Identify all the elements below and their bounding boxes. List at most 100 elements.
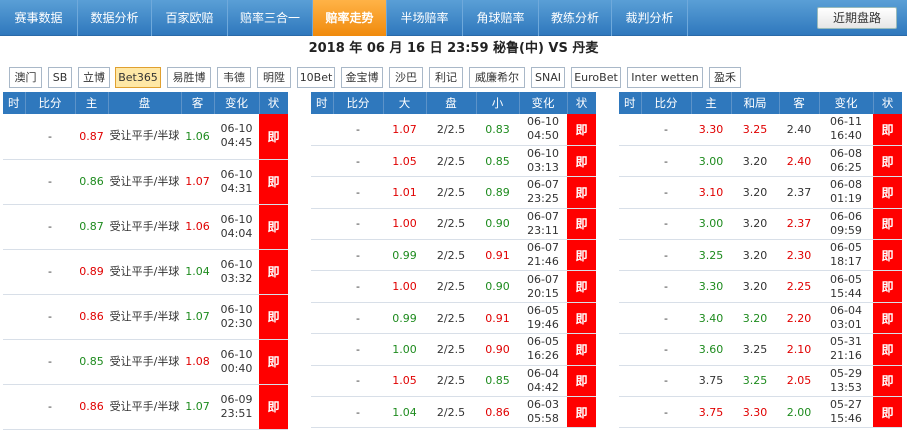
bookmaker-weide[interactable]: 韦德 bbox=[217, 67, 251, 88]
change-time-cell: 06-10 02:30 bbox=[214, 294, 259, 340]
score-cell: - bbox=[641, 176, 691, 209]
totals-row: -0.99 2/2.5 0.91 06-07 21:46 即 bbox=[311, 239, 596, 272]
status-live-button[interactable]: 即 bbox=[873, 396, 902, 429]
score-cell: - bbox=[641, 208, 691, 241]
status-live-button[interactable]: 即 bbox=[873, 333, 902, 366]
time-cell bbox=[311, 270, 333, 303]
bookmaker-sb[interactable]: SB bbox=[48, 67, 72, 88]
asian-handicap-table-wrap: 时 比分 主 盘 客 变化 状 -0.87 受让平手/半球 1.06 06-10 04… bbox=[3, 92, 288, 433]
status-live-button[interactable]: 即 bbox=[567, 396, 596, 429]
time-cell bbox=[619, 270, 641, 303]
score-cell: - bbox=[25, 159, 75, 205]
tab-match-data[interactable]: 赛事数据 bbox=[0, 0, 78, 36]
status-live-button[interactable]: 即 bbox=[567, 333, 596, 366]
score-cell: - bbox=[641, 302, 691, 335]
over-odds-cell: 0.99 bbox=[383, 239, 426, 272]
status-live-button[interactable]: 即 bbox=[873, 114, 902, 146]
col-change: 变化 bbox=[819, 92, 874, 114]
totals-row: -1.00 2/2.5 0.90 06-07 20:15 即 bbox=[311, 270, 596, 303]
bookmaker-jinbaobo[interactable]: 金宝博 bbox=[341, 67, 383, 88]
status-live-button[interactable]: 即 bbox=[259, 249, 288, 295]
bookmaker-yinghe[interactable]: 盈禾 bbox=[709, 67, 741, 88]
score-cell: - bbox=[641, 270, 691, 303]
bookmaker-mingsheng[interactable]: 明陞 bbox=[257, 67, 291, 88]
status-live-button[interactable]: 即 bbox=[873, 365, 902, 398]
euro-row: -3.00 3.20 2.37 06-06 09:59 即 bbox=[619, 208, 902, 241]
change-time-cell: 05-31 21:16 bbox=[819, 333, 873, 366]
euro-row: -3.60 3.25 2.10 05-31 21:16 即 bbox=[619, 333, 902, 366]
recent-record-button[interactable]: 近期盘路 bbox=[817, 7, 897, 29]
score-cell: - bbox=[641, 396, 691, 429]
asian-row: -0.85 受让平手/半球 1.08 06-10 00:40 即 bbox=[3, 339, 288, 385]
col-line: 盘 bbox=[426, 92, 477, 114]
tab-referee-analysis[interactable]: 裁判分析 bbox=[612, 0, 688, 36]
over-odds-cell: 1.07 bbox=[383, 114, 426, 146]
over-odds-cell: 1.00 bbox=[383, 333, 426, 366]
tab-data-analysis[interactable]: 数据分析 bbox=[78, 0, 152, 36]
status-live-button[interactable]: 即 bbox=[259, 159, 288, 205]
bookmaker-macau[interactable]: 澳门 bbox=[9, 67, 42, 88]
bookmaker-easybet[interactable]: 易胜博 bbox=[167, 67, 211, 88]
status-live-button[interactable]: 即 bbox=[873, 302, 902, 335]
bookmaker-bet365[interactable]: Bet365 bbox=[115, 67, 161, 88]
tab-corner-odds[interactable]: 角球赔率 bbox=[463, 0, 539, 36]
status-live-button[interactable]: 即 bbox=[873, 176, 902, 209]
bookmaker-10bet[interactable]: 10Bet bbox=[297, 67, 335, 88]
bookmaker-william-hill[interactable]: 威廉希尔 bbox=[469, 67, 525, 88]
totals-line-cell: 2/2.5 bbox=[426, 365, 476, 398]
time-cell bbox=[619, 396, 641, 429]
handicap-line-cell: 受让平手/半球 bbox=[108, 339, 181, 385]
status-live-button[interactable]: 即 bbox=[567, 145, 596, 178]
totals-line-cell: 2/2.5 bbox=[426, 114, 476, 146]
status-live-button[interactable]: 即 bbox=[259, 114, 288, 160]
change-time-cell: 06-10 00:40 bbox=[214, 339, 259, 385]
under-odds-cell: 0.85 bbox=[476, 145, 519, 178]
change-time-cell: 06-07 23:11 bbox=[519, 208, 567, 241]
home-odds-cell: 0.89 bbox=[75, 249, 108, 295]
status-live-button[interactable]: 即 bbox=[567, 208, 596, 241]
status-live-button[interactable]: 即 bbox=[567, 302, 596, 335]
status-live-button[interactable]: 即 bbox=[567, 114, 596, 146]
tab-halftime-odds[interactable]: 半场赔率 bbox=[387, 0, 463, 36]
euro-odds-table: 时 比分 主 和局 客 变化 状 -3.30 3.25 2.40 06-11 16:4… bbox=[619, 92, 902, 429]
status-live-button[interactable]: 即 bbox=[259, 294, 288, 340]
home-odds-cell: 3.30 bbox=[691, 114, 731, 146]
status-live-button[interactable]: 即 bbox=[567, 270, 596, 303]
tab-odds-3in1[interactable]: 赔率三合一 bbox=[228, 0, 313, 36]
status-live-button[interactable]: 即 bbox=[259, 384, 288, 430]
col-home: 主 bbox=[75, 92, 109, 114]
change-time-cell: 06-10 04:31 bbox=[214, 159, 259, 205]
euro-row: -3.75 3.30 2.00 05-27 15:46 即 bbox=[619, 396, 902, 429]
score-cell: - bbox=[25, 384, 75, 430]
time-cell bbox=[311, 145, 333, 178]
status-live-button[interactable]: 即 bbox=[873, 270, 902, 303]
bookmaker-eurobet[interactable]: EuroBet bbox=[571, 67, 621, 88]
home-odds-cell: 3.40 bbox=[691, 302, 731, 335]
status-live-button[interactable]: 即 bbox=[259, 339, 288, 385]
euro-row: -3.25 3.20 2.30 06-05 18:17 即 bbox=[619, 239, 902, 272]
totals-line-cell: 2/2.5 bbox=[426, 176, 476, 209]
bookmaker-ladbrokes[interactable]: 立博 bbox=[78, 67, 110, 88]
tab-euro-odds[interactable]: 百家欧赔 bbox=[152, 0, 228, 36]
tab-odds-trend[interactable]: 赔率走势 bbox=[313, 0, 387, 36]
home-odds-cell: 3.00 bbox=[691, 208, 731, 241]
bookmaker-shaba[interactable]: 沙巴 bbox=[389, 67, 423, 88]
time-cell bbox=[619, 176, 641, 209]
asian-row: -0.86 受让平手/半球 1.07 06-10 04:31 即 bbox=[3, 159, 288, 205]
status-live-button[interactable]: 即 bbox=[567, 176, 596, 209]
home-odds-cell: 3.30 bbox=[691, 270, 731, 303]
tab-coach-analysis[interactable]: 教练分析 bbox=[539, 0, 612, 36]
bookmaker-interwetten[interactable]: Inter wetten bbox=[627, 67, 703, 88]
change-time-cell: 06-05 15:44 bbox=[819, 270, 873, 303]
status-live-button[interactable]: 即 bbox=[873, 239, 902, 272]
draw-odds-cell: 3.20 bbox=[731, 208, 779, 241]
status-live-button[interactable]: 即 bbox=[873, 208, 902, 241]
handicap-line-cell: 受让平手/半球 bbox=[108, 114, 181, 160]
status-live-button[interactable]: 即 bbox=[567, 365, 596, 398]
bookmaker-liji[interactable]: 利记 bbox=[429, 67, 463, 88]
status-live-button[interactable]: 即 bbox=[873, 145, 902, 178]
status-live-button[interactable]: 即 bbox=[259, 204, 288, 250]
status-live-button[interactable]: 即 bbox=[567, 239, 596, 272]
time-cell bbox=[311, 333, 333, 366]
bookmaker-snai[interactable]: SNAI bbox=[531, 67, 565, 88]
